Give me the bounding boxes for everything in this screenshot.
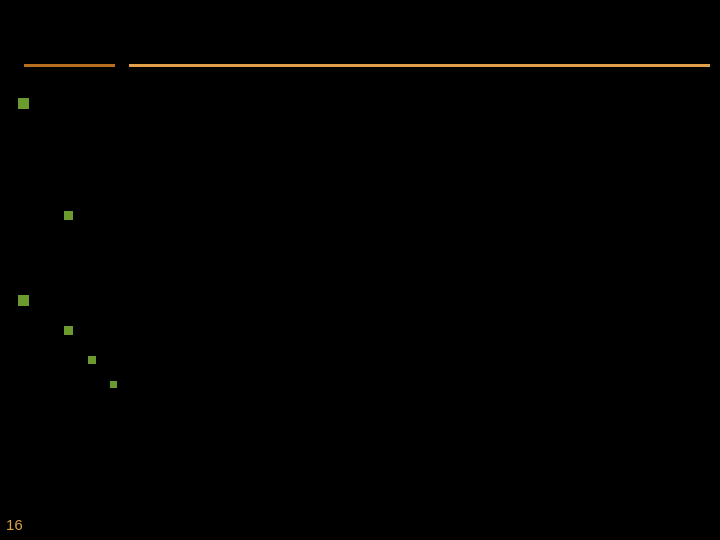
sub-point-defined: Defined to return the index value, since… xyxy=(125,377,685,397)
sub-point-index: Index (Position) xyxy=(105,351,223,373)
heading-implementation: Implementation of Operations xyxy=(41,288,330,317)
code-line: private listItemType items [MAX_LIST] ; … xyxy=(64,152,702,175)
bullet-icon xyxy=(110,381,117,388)
bullet-icon xyxy=(18,98,29,109)
code-line: private int numItems; // length of list xyxy=(64,176,702,199)
slide-title: ADT List Array-Based Implementation xyxy=(0,0,720,56)
bullet-icon xyxy=(88,356,96,364)
bullet-icon xyxy=(64,326,73,335)
slide-number: 16 xyxy=(6,517,23,534)
code-block: private final int MAX_LIST = 100; // max… xyxy=(18,125,702,205)
sub-point-access: Each operation will need access to both … xyxy=(83,205,702,284)
sub-point-extra-func: Extra function needed xyxy=(83,320,287,346)
slide-content: Data Structure: private final int MAX_LI… xyxy=(0,67,720,396)
code-line: private final int MAX_LIST = 100; // max… xyxy=(64,129,702,152)
bullet-icon xyxy=(18,295,29,306)
bullet-icon xyxy=(64,211,73,220)
heading-data-structure: Data Structure: xyxy=(41,91,196,121)
